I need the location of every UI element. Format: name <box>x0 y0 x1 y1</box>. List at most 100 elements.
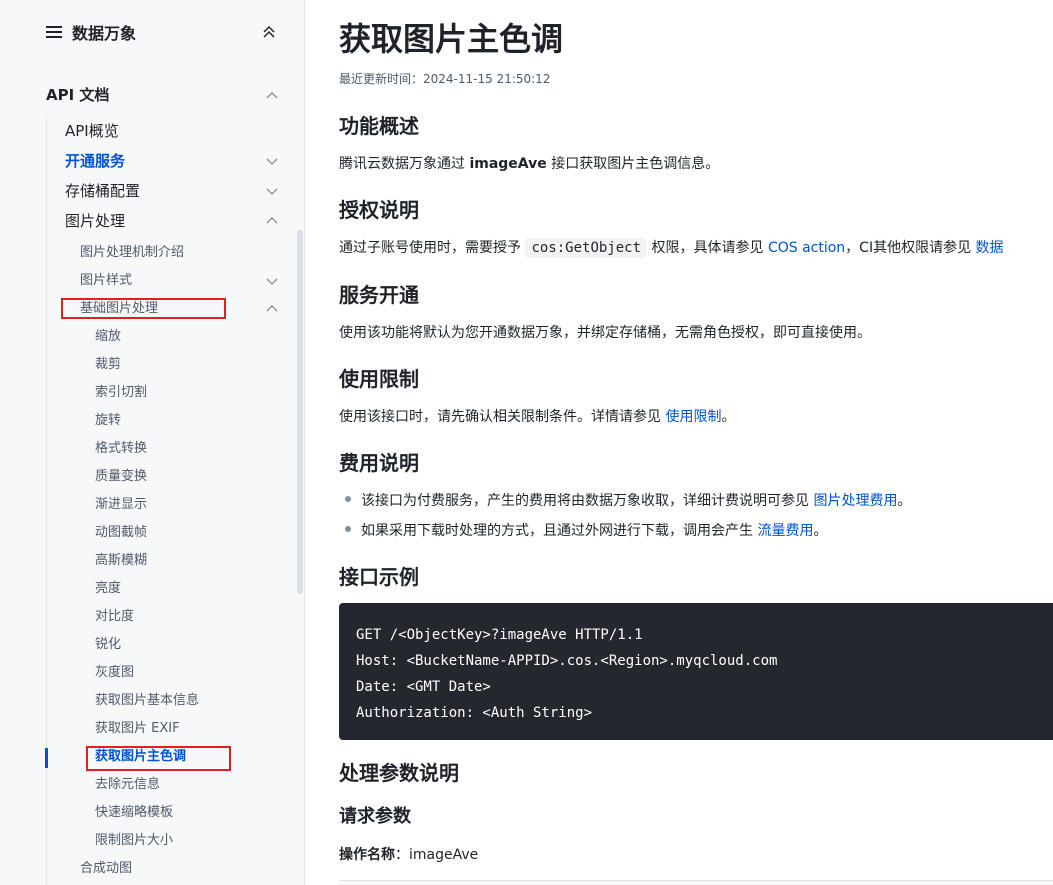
sidebar-item-label: 索引切割 <box>95 385 148 400</box>
text-segment: 。 <box>897 493 912 509</box>
sidebar-item-image-exif[interactable]: 获取图片 EXIF <box>95 718 278 740</box>
sidebar-scrollbar[interactable] <box>297 230 303 594</box>
billing-bullet-1: 该接口为付费服务，产生的费用将由数据万象收取，详细计费说明可参见 图片处理费用。 <box>345 490 911 512</box>
code-line: GET /<ObjectKey>?imageAve HTTP/1.1 <box>356 627 643 643</box>
image-processing-fee-link[interactable]: 图片处理费用 <box>813 493 897 509</box>
chevron-up-icon <box>266 92 278 99</box>
sidebar-item-format-convert[interactable]: 格式转换 <box>95 438 278 460</box>
sidebar-item-label: 旋转 <box>95 413 122 428</box>
sidebar-item-api-overview[interactable]: API概览 <box>65 120 278 142</box>
service-activation-text: 使用该功能将默认为您开通数据万象，并绑定存储桶，无需角色授权，即可直接使用。 <box>339 325 871 341</box>
section-label: API 文档 <box>46 86 110 104</box>
sidebar-item-label: 亮度 <box>95 581 122 596</box>
text-segment: 接口获取图片主色调信息。 <box>546 156 720 172</box>
traffic-fee-link[interactable]: 流量费用 <box>757 523 813 539</box>
sidebar-item-gif-frame[interactable]: 动图截帧 <box>95 522 278 544</box>
code-line: Date: <GMT Date> <box>356 679 491 695</box>
overview-text: 腾讯云数据万象通过 imageAve 接口获取图片主色调信息。 <box>339 153 719 175</box>
billing-bullet-2: 如果采用下载时处理的方式，且通过外网进行下载，调用会产生 流量费用。 <box>345 520 827 542</box>
code-line: Host: <BucketName-APPID>.cos.<Region>.my… <box>356 653 778 669</box>
sidebar-item-image-style[interactable]: 图片样式 <box>80 270 278 292</box>
sidebar-item-label: 去除元信息 <box>95 777 161 792</box>
chevron-down-icon <box>266 278 278 285</box>
sidebar-item-label: 质量变换 <box>95 469 148 484</box>
sidebar-item-contrast[interactable]: 对比度 <box>95 606 278 628</box>
text-segment: 如果采用下载时处理的方式，且通过外网进行下载，调用会产生 <box>361 523 758 539</box>
collapse-double-chevron-icon[interactable] <box>262 24 276 40</box>
sidebar-item-compose-gif[interactable]: 合成动图 <box>80 858 278 880</box>
sidebar-item-label: 缩放 <box>95 329 122 344</box>
sidebar-item-label: 获取图片基本信息 <box>95 693 200 708</box>
heading-params: 处理参数说明 <box>339 761 459 785</box>
ci-permission-link[interactable]: 数据 <box>976 240 1004 256</box>
text-segment: 权限，具体请参见 <box>647 240 768 256</box>
sidebar-item-image-processing[interactable]: 图片处理 <box>65 210 278 232</box>
text-segment: ，CI其他权限请参见 <box>845 240 976 256</box>
sidebar-item-index-cut[interactable]: 索引切割 <box>95 382 278 404</box>
sidebar-item-label: 存储桶配置 <box>65 182 141 200</box>
sidebar-item-label: 图片处理机制介绍 <box>80 245 185 260</box>
params-table-top <box>339 880 1053 885</box>
sidebar-item-label: 限制图片大小 <box>95 833 174 848</box>
heading-request-params: 请求参数 <box>339 806 411 827</box>
sidebar-item-progressive[interactable]: 渐进显示 <box>95 494 278 516</box>
sidebar-item-grayscale[interactable]: 灰度图 <box>95 662 278 684</box>
sidebar-item-label: API概览 <box>65 122 119 140</box>
sidebar-item-enable-service[interactable]: 开通服务 <box>65 150 278 172</box>
sidebar-item-label: 合成动图 <box>80 861 133 876</box>
usage-limits-link[interactable]: 使用限制 <box>665 409 721 425</box>
sidebar-item-image-info[interactable]: 获取图片基本信息 <box>95 690 278 712</box>
sidebar-title: 数据万象 <box>72 24 137 43</box>
sidebar-item-strip-metadata[interactable]: 去除元信息 <box>95 774 278 796</box>
sidebar-item-limit-size[interactable]: 限制图片大小 <box>95 830 278 852</box>
sidebar-section-api-docs[interactable]: API 文档 <box>46 84 278 108</box>
heading-usage-limits: 使用限制 <box>339 367 419 391</box>
usage-limits-text: 使用该接口时，请先确认相关限制条件。详情请参见 使用限制。 <box>339 406 735 428</box>
sidebar-item-label: 高斯模糊 <box>95 553 148 568</box>
sidebar-item-label: 锐化 <box>95 637 122 652</box>
heading-authorization: 授权说明 <box>339 198 419 222</box>
heading-overview: 功能概述 <box>339 114 419 138</box>
sidebar-item-label: 图片处理 <box>65 212 126 230</box>
text-segment: 使用该接口时，请先确认相关限制条件。详情请参见 <box>339 409 666 425</box>
nav-active-indicator <box>45 748 48 768</box>
page-root: 数据万象 API 文档 API概览 开通服务 存储桶配置 图片处理 图片处理机制… <box>0 0 1053 885</box>
sidebar-item-label: 灰度图 <box>95 665 135 680</box>
sidebar-item-crop[interactable]: 裁剪 <box>95 354 278 376</box>
sidebar-item-label: 图片样式 <box>80 273 133 288</box>
menu-icon[interactable] <box>46 25 62 39</box>
chevron-up-icon <box>266 305 278 312</box>
heading-billing: 费用说明 <box>339 451 419 475</box>
bullet-dot <box>345 496 351 502</box>
sidebar-item-processing-mechanism[interactable]: 图片处理机制介绍 <box>80 242 278 264</box>
heading-service-activation: 服务开通 <box>339 283 419 307</box>
sidebar-item-label: 格式转换 <box>95 441 148 456</box>
text-segment: 该接口为付费服务，产生的费用将由数据万象收取，详细计费说明可参见 <box>361 493 814 509</box>
sidebar-item-label: 开通服务 <box>65 152 126 170</box>
sidebar-item-scale[interactable]: 缩放 <box>95 326 278 348</box>
page-title: 获取图片主色调 <box>339 20 564 58</box>
nav-tree-line <box>46 118 47 885</box>
operation-label: 操作名称 <box>339 847 395 863</box>
sidebar-item-gaussian-blur[interactable]: 高斯模糊 <box>95 550 278 572</box>
sidebar-item-label: 快速缩略模板 <box>95 805 174 820</box>
sidebar-item-label: 裁剪 <box>95 357 122 372</box>
sidebar-item-sharpen[interactable]: 锐化 <box>95 634 278 656</box>
sidebar-item-brightness[interactable]: 亮度 <box>95 578 278 600</box>
text-segment: 。 <box>813 523 828 539</box>
bullet-dot <box>345 526 351 532</box>
chevron-down-icon <box>266 188 278 195</box>
operation-name-text: 操作名称：imageAve <box>339 844 478 866</box>
sidebar-item-label: 动图截帧 <box>95 525 148 540</box>
sidebar-item-thumbnail-template[interactable]: 快速缩略模板 <box>95 802 278 824</box>
sidebar-nav: 数据万象 API 文档 API概览 开通服务 存储桶配置 图片处理 图片处理机制… <box>0 0 305 885</box>
sidebar-item-bucket-config[interactable]: 存储桶配置 <box>65 180 278 202</box>
sidebar-item-quality[interactable]: 质量变换 <box>95 466 278 488</box>
sidebar-item-rotate[interactable]: 旋转 <box>95 410 278 432</box>
sidebar-header: 数据万象 <box>46 18 278 46</box>
heading-api-example: 接口示例 <box>339 565 419 589</box>
authorization-text: 通过子账号使用时，需要授予 cos:GetObject 权限，具体请参见 COS… <box>339 237 1004 259</box>
chevron-down-icon <box>266 158 278 165</box>
cos-action-link[interactable]: COS action <box>768 240 845 256</box>
code-block[interactable]: GET /<ObjectKey>?imageAve HTTP/1.1 Host:… <box>339 603 1053 740</box>
